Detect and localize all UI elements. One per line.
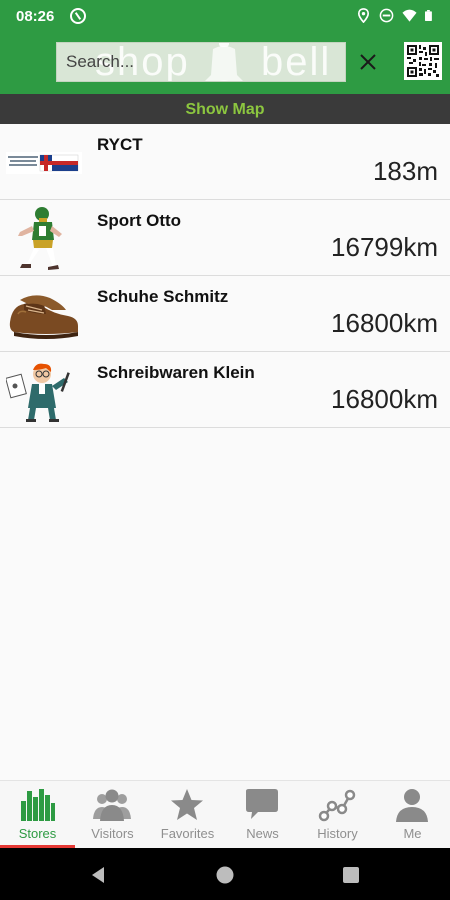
chat-bubble-icon — [246, 789, 278, 819]
brown-shoe — [9, 295, 78, 339]
store-name: Schreibwaren Klein — [97, 363, 255, 382]
show-map-button[interactable]: Show Map — [185, 94, 264, 125]
person-icon — [396, 789, 428, 822]
store-list: RYCT 183m Sport Otto 16799km Schuhe Schm… — [0, 124, 450, 428]
store-row[interactable]: Schreibwaren Klein 16800km — [0, 352, 450, 428]
football-player — [18, 207, 62, 270]
store-row[interactable]: Sport Otto 16799km — [0, 200, 450, 276]
store-distance: 183m — [372, 156, 438, 186]
close-icon — [360, 54, 376, 70]
app-notification-icon — [70, 8, 86, 24]
history-icon — [318, 789, 356, 822]
nav-label: Favorites — [160, 826, 215, 841]
app-header: shop bell — [0, 32, 450, 94]
wifi-icon — [402, 9, 417, 22]
qr-scan-button[interactable] — [404, 42, 442, 80]
qr-code-icon — [407, 45, 439, 77]
nav-item-visitors[interactable]: Visitors — [75, 781, 150, 849]
battery-icon — [425, 10, 432, 21]
bottom-nav: Stores Visitors Favorites News History M… — [0, 780, 450, 849]
stores-icon — [21, 789, 55, 821]
store-name: Schuhe Schmitz — [97, 287, 229, 306]
store-distance: 16800km — [331, 308, 438, 338]
nav-item-stores[interactable]: Stores — [0, 781, 75, 849]
store-row[interactable]: Schuhe Schmitz 16800km — [0, 276, 450, 352]
nav-label: Visitors — [91, 826, 134, 841]
search-box: shop bell — [56, 42, 346, 82]
location-icon — [357, 8, 370, 23]
nav-label: News — [246, 826, 279, 841]
nav-label: Stores — [18, 826, 57, 841]
recents-icon[interactable] — [340, 864, 362, 886]
nav-item-me[interactable]: Me — [375, 781, 450, 849]
status-bar: 08:26 — [0, 0, 450, 32]
yacht-club-logo — [6, 152, 82, 174]
store-name: Sport Otto — [97, 211, 182, 230]
map-bar: Show Map — [0, 94, 450, 124]
store-name: RYCT — [97, 135, 143, 154]
status-icons — [356, 8, 436, 23]
writer-character — [6, 363, 70, 422]
nav-label: History — [317, 826, 358, 841]
star-icon — [171, 789, 203, 820]
store-distance: 16800km — [331, 384, 438, 414]
back-icon[interactable] — [88, 864, 110, 886]
status-time: 08:26 — [16, 8, 55, 25]
nav-item-favorites[interactable]: Favorites — [150, 781, 225, 849]
search-input[interactable] — [57, 43, 345, 81]
store-distance: 16799km — [331, 232, 438, 262]
home-icon[interactable] — [214, 864, 236, 886]
nav-label: Me — [403, 826, 422, 841]
clear-search-button[interactable] — [352, 46, 384, 78]
visitors-icon — [93, 789, 131, 821]
nav-item-history[interactable]: History — [300, 781, 375, 849]
nav-item-news[interactable]: News — [225, 781, 300, 849]
system-nav-bar — [0, 848, 450, 900]
dnd-icon — [379, 8, 394, 23]
store-row[interactable]: RYCT 183m — [0, 124, 450, 200]
